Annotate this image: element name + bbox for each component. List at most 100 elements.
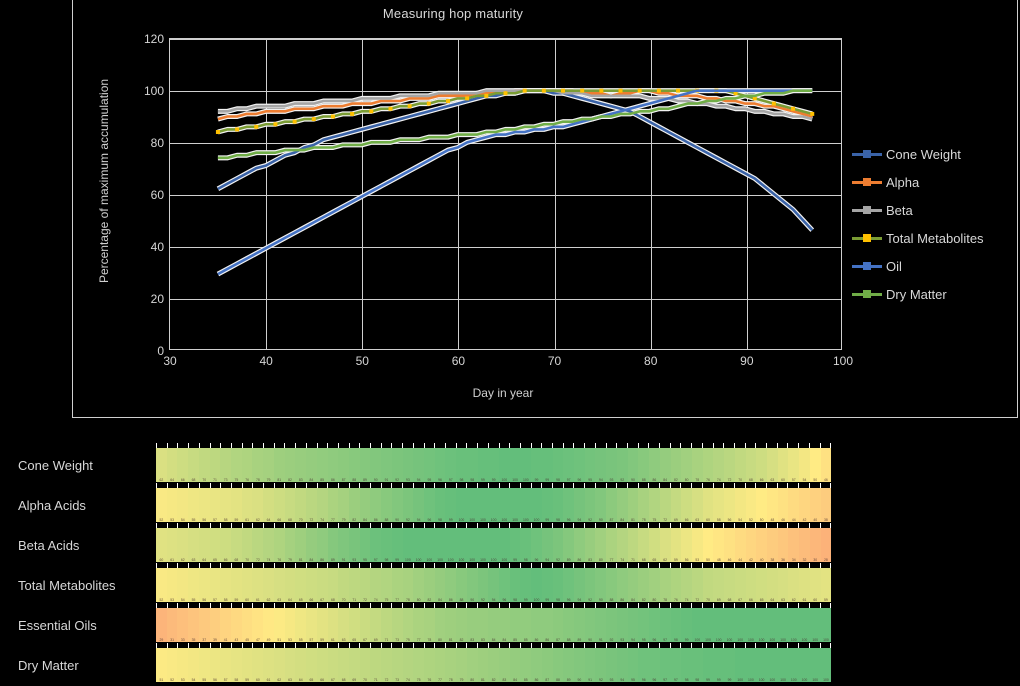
legend-item-alpha[interactable]: Alpha [852,168,1020,196]
heatmap-cell[interactable]: 100 [766,608,778,642]
heatmap-cell[interactable]: 83 [466,608,478,642]
heatmap-cell[interactable]: 92 [552,528,564,562]
heatmap-cell[interactable]: 93 [606,448,617,482]
heatmap-cell[interactable]: 99 [531,448,542,482]
heatmap-cell[interactable]: 72 [381,648,392,682]
heatmap-cell[interactable]: 92 [391,448,403,482]
heatmap-cell[interactable]: 77 [606,528,617,562]
heatmap-cell[interactable]: 57 [209,568,221,602]
heatmap-cell[interactable]: 100 [488,528,499,562]
heatmap-cell[interactable]: 99 [541,568,553,602]
heatmap-cell[interactable]: 42 [799,488,810,522]
heatmap-cell[interactable]: 76 [241,448,253,482]
legend-item-cone-weight[interactable]: Cone Weight [852,140,1020,168]
heatmap-cell[interactable]: 68 [327,568,339,602]
heatmap-cell[interactable]: 95 [638,608,650,642]
heatmap-cell[interactable]: 80 [595,528,607,562]
heatmap-cell[interactable]: 100 [402,528,414,562]
heatmap-cell[interactable]: 60 [241,568,253,602]
heatmap-cell[interactable]: 76 [670,568,682,602]
heatmap-cell[interactable]: 94 [488,568,499,602]
heatmap-cell[interactable]: 100 [691,608,703,642]
heatmap-cell[interactable]: 77 [391,568,403,602]
heatmap-cell[interactable]: 75 [231,448,242,482]
heatmap-cell[interactable]: 100 [499,488,510,522]
heatmap-cell[interactable]: 83 [477,608,489,642]
heatmap-cell[interactable]: 53 [177,648,189,682]
heatmap-cell[interactable]: 70 [359,648,371,682]
heatmap-cell[interactable]: 88 [456,568,467,602]
heatmap-cell[interactable]: 74 [616,528,628,562]
heatmap-cell[interactable]: 100 [531,488,542,522]
heatmap-cell[interactable]: 67 [359,608,371,642]
heatmap-cell[interactable]: 53 [691,528,703,562]
heatmap-cell[interactable]: 61 [166,528,178,562]
heatmap-cell[interactable]: 86 [445,568,457,602]
heatmap-cell[interactable]: 100 [434,528,446,562]
heatmap-cell[interactable]: 96 [574,448,585,482]
heatmap-cell[interactable]: 84 [659,448,671,482]
heatmap-cell[interactable]: 74 [681,568,692,602]
heatmap-cell[interactable]: 62 [177,528,189,562]
heatmap-cell[interactable]: 88 [552,648,564,682]
heatmap-cell[interactable]: 71 [370,648,382,682]
heatmap-cell[interactable]: 68 [188,448,199,482]
heatmap-cell[interactable]: 79 [263,448,274,482]
heatmap-cell[interactable]: 100 [820,608,832,642]
heatmap-cell[interactable]: 83 [295,448,307,482]
heatmap-cell[interactable]: 39 [209,608,221,642]
heatmap-cell[interactable]: 73 [391,648,403,682]
heatmap-cell[interactable]: 99 [488,448,499,482]
heatmap-cell[interactable]: 89 [563,648,575,682]
heatmap-cell[interactable]: 58 [231,648,242,682]
heatmap-cell[interactable]: 98 [509,568,521,602]
heatmap-cell[interactable]: 82 [638,568,650,602]
heatmap-cell[interactable]: 50 [702,528,714,562]
heatmap-cell[interactable]: 70 [702,568,714,602]
heatmap-cell[interactable]: 64 [198,528,210,562]
heatmap-cell[interactable]: 99 [541,488,553,522]
heatmap-cell[interactable]: 85 [316,448,328,482]
heatmap-cell[interactable]: 67 [327,648,339,682]
heatmap-cell[interactable]: 100 [799,648,810,682]
heatmap-cell[interactable]: 73 [220,448,232,482]
heatmap-cell[interactable]: 57 [306,608,317,642]
heatmap-cell[interactable]: 72 [659,488,671,522]
heatmap-cell[interactable]: 80 [649,568,660,602]
heatmap-cell[interactable]: 52 [166,648,178,682]
heatmap-cell[interactable]: 61 [252,568,264,602]
heatmap-cell[interactable]: 78 [423,608,435,642]
heatmap-cell[interactable]: 74 [402,648,414,682]
heatmap-cell[interactable]: 86 [370,488,382,522]
heatmap-cell[interactable]: 62 [273,648,285,682]
heatmap-cell[interactable]: 62 [156,448,167,482]
heatmap-cell[interactable]: 85 [520,648,532,682]
heatmap-cell[interactable]: 92 [584,568,596,602]
heatmap-cell[interactable]: 84 [359,488,371,522]
heatmap-cell[interactable]: 78 [445,648,457,682]
heatmap-cell[interactable]: 88 [638,448,650,482]
heatmap-cell[interactable]: 98 [670,608,682,642]
heatmap-cell[interactable]: 53 [284,608,296,642]
heatmap-cell[interactable]: 72 [306,488,317,522]
heatmap-cell[interactable]: 76 [423,648,435,682]
heatmap-cell[interactable]: 98 [552,488,564,522]
heatmap-cell[interactable]: 66 [306,568,317,602]
heatmap-cell[interactable]: 96 [531,528,542,562]
heatmap-cell[interactable]: 69 [670,488,682,522]
heatmap-cell[interactable]: 94 [574,488,585,522]
heatmap-cell[interactable]: 91 [584,648,596,682]
heatmap-cell[interactable]: 82 [670,448,682,482]
heatmap-cell[interactable]: 99 [445,488,457,522]
heatmap-cell[interactable]: 79 [456,648,467,682]
heatmap-cell[interactable]: 98 [466,448,478,482]
heatmap-cell[interactable]: 62 [263,568,274,602]
heatmap-cell[interactable]: 98 [691,648,703,682]
heatmap-cell[interactable]: 59 [316,608,328,642]
heatmap-cell[interactable]: 96 [638,648,650,682]
heatmap-cell[interactable]: 83 [584,528,596,562]
heatmap-cell[interactable]: 55 [198,648,210,682]
heatmap-cell[interactable]: 46 [777,488,789,522]
heatmap-cell[interactable]: 100 [456,488,467,522]
heatmap-cell[interactable]: 69 [348,648,360,682]
